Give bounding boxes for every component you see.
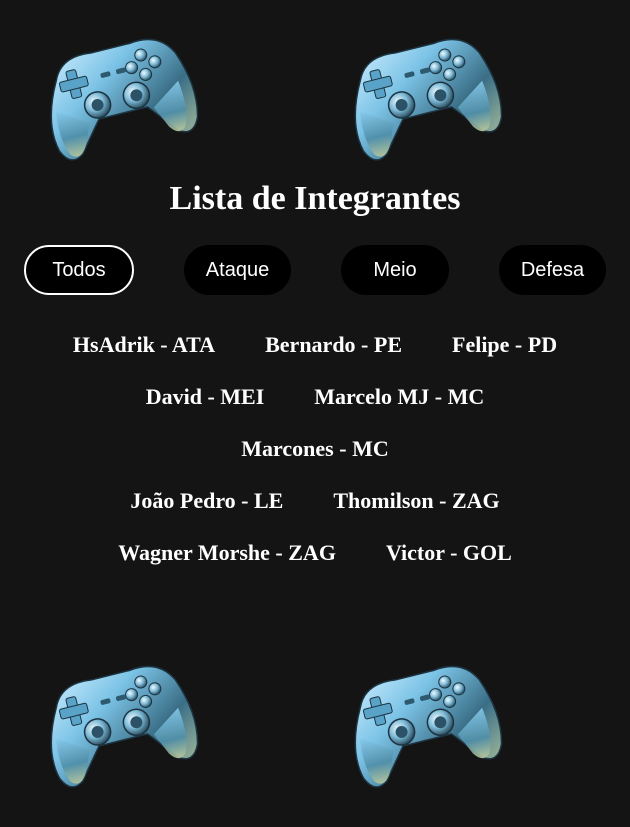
- page: Lista de Integrantes Todos Ataque Meio D…: [0, 0, 630, 827]
- member-item: Marcones - MC: [241, 436, 389, 461]
- page-title: Lista de Integrantes: [169, 180, 461, 217]
- filter-all-button[interactable]: Todos: [24, 245, 134, 295]
- member-item: Bernardo - PE: [265, 332, 402, 357]
- filter-midfield-button[interactable]: Meio: [341, 245, 449, 295]
- member-row: HsAdrik - ATA Bernardo - PE Felipe - PD: [0, 322, 630, 374]
- gamepad-icon: [336, 653, 506, 788]
- filter-bar: Todos Ataque Meio Defesa: [0, 245, 630, 295]
- member-item: David - MEI: [145, 384, 265, 409]
- member-item: HsAdrik - ATA: [72, 332, 216, 357]
- member-row: João Pedro - LE Thomilson - ZAG: [0, 478, 630, 530]
- member-list: HsAdrik - ATA Bernardo - PE Felipe - PD …: [0, 322, 630, 582]
- member-row: Wagner Morshe - ZAG Victor - GOL: [0, 530, 630, 582]
- member-item: João Pedro - LE: [130, 488, 284, 513]
- filter-attack-button[interactable]: Ataque: [184, 245, 291, 295]
- gamepad-icon: [32, 653, 202, 788]
- gamepad-icon: [336, 26, 506, 161]
- member-item: Wagner Morshe - ZAG: [118, 540, 336, 565]
- member-row: Marcones - MC: [0, 426, 630, 478]
- filter-defense-button[interactable]: Defesa: [499, 245, 606, 295]
- member-item: Marcelo MJ - MC: [314, 384, 485, 409]
- member-item: Victor - GOL: [385, 540, 512, 565]
- gamepad-icon: [32, 26, 202, 161]
- member-row: David - MEI Marcelo MJ - MC: [0, 374, 630, 426]
- member-item: Thomilson - ZAG: [333, 488, 500, 513]
- member-item: Felipe - PD: [452, 332, 558, 357]
